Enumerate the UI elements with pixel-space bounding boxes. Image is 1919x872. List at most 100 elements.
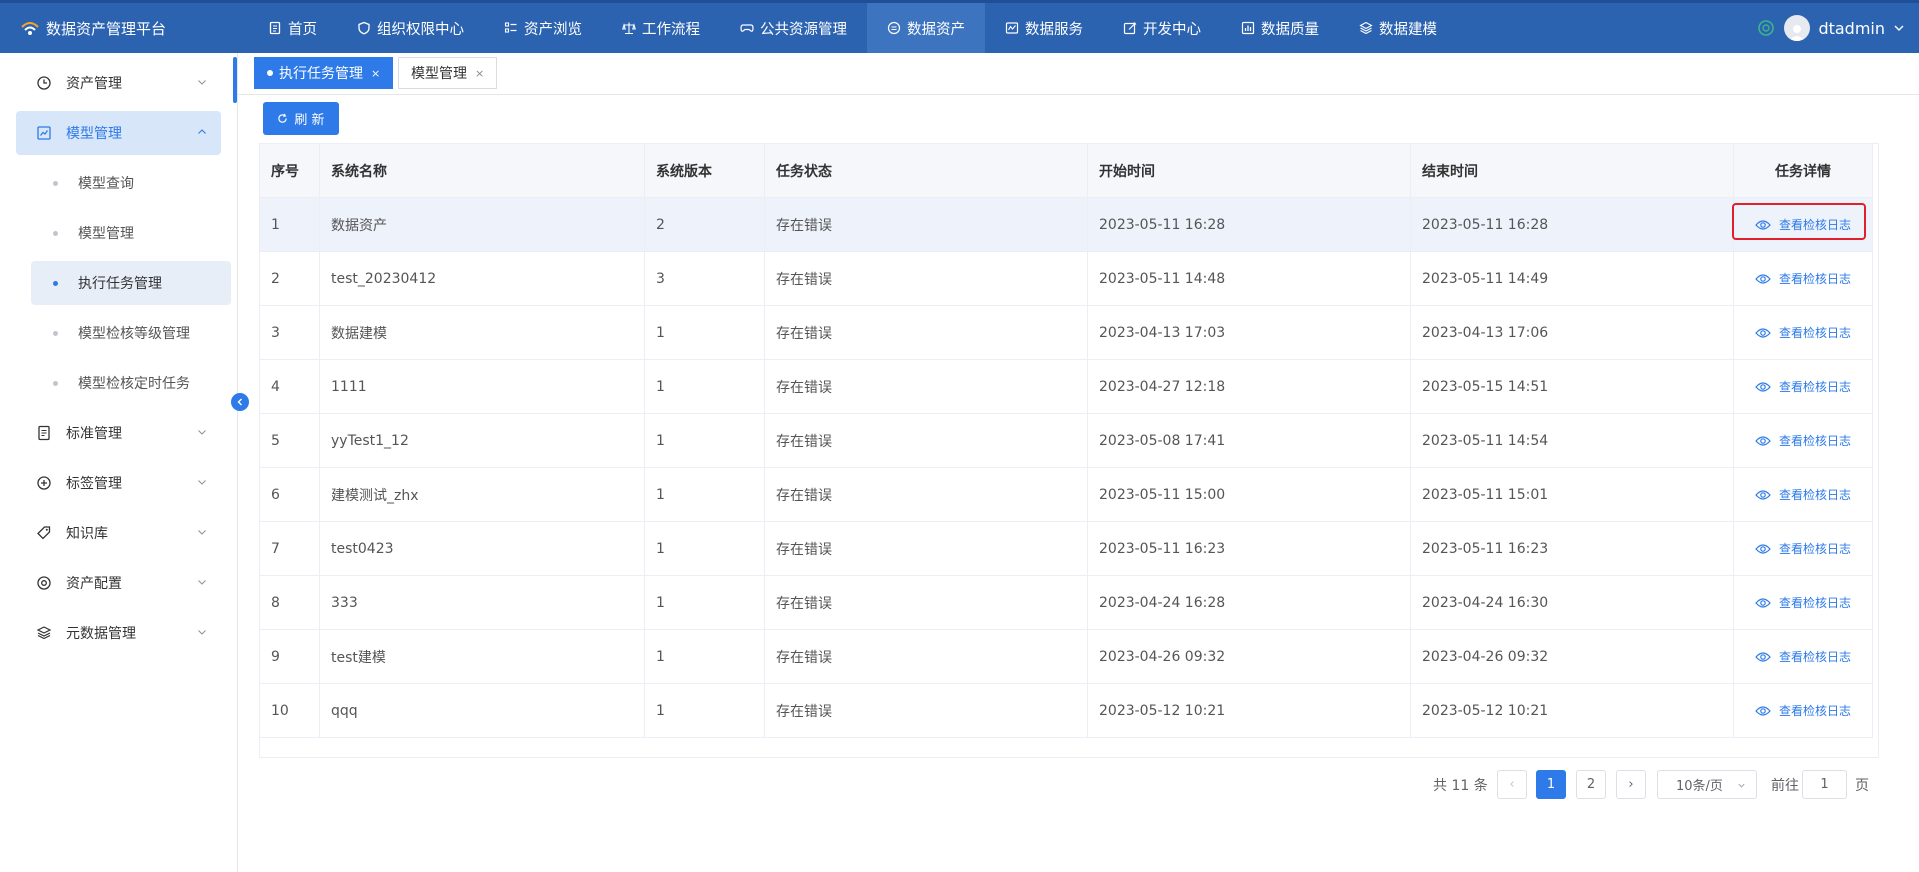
sidebar-subitem-0[interactable]: 模型查询 [31,161,231,205]
eye-icon [1755,489,1771,500]
view-check-log-link[interactable]: 查看检核日志 [1747,264,1859,293]
view-check-log-link[interactable]: 查看检核日志 [1747,318,1859,347]
nav-item-8[interactable]: 数据质量 [1221,3,1339,53]
tab-close-icon[interactable]: × [371,67,380,80]
pagination-page-2[interactable]: 2 [1576,770,1606,799]
table-cell: 数据资产 [320,198,645,251]
pagination-prev-button[interactable]: ‹ [1497,770,1527,799]
avatar[interactable] [1784,15,1811,41]
table-cell: 2023-04-26 09:32 [1411,630,1734,683]
sidebar-menu-label: 知识库 [66,526,108,542]
sidebar-menu-label: 标准管理 [66,426,122,442]
table-cell: 3 [260,306,320,359]
refresh-button[interactable]: 刷 新 [263,102,339,135]
table-row[interactable]: 6 建模测试_zhx 1 存在错误 2023-05-11 15:00 2023-05-11… [260,468,1873,522]
view-check-log-link[interactable]: 查看检核日志 [1747,642,1859,671]
table-cell: 2023-04-27 12:18 [1088,360,1411,413]
nav-item-9[interactable]: 数据建模 [1339,3,1457,53]
task-table: 序号 系统名称 系统版本 任务状态 开始时间 结束时间 任务详情 1 数据资产 2 存在错误 2023… [259,143,1879,758]
nav-item-label: 数据资产 [907,21,965,38]
tab-1[interactable]: 模型管理 × [398,57,498,89]
column-header[interactable]: 任务详情 [1734,144,1873,197]
tab-0[interactable]: 执行任务管理 × [254,57,394,89]
view-check-log-link[interactable]: 查看检核日志 [1747,696,1859,725]
table-cell: 2023-05-11 16:28 [1411,198,1734,251]
table-row[interactable]: 10 qqq 1 存在错误 2023-05-12 10:21 2023-05-12 10:… [260,684,1873,738]
nav-item-7[interactable]: 开发中心 [1103,3,1221,53]
table-cell: 存在错误 [765,576,1088,629]
view-check-log-link[interactable]: 查看检核日志 [1747,534,1859,563]
sidebar-subitem-4[interactable]: 模型检核定时任务 [31,361,231,405]
goto-label: 前往 [1771,778,1799,794]
sidebar-menu-bottom-0[interactable]: 标准管理 [16,411,221,455]
sidebar-subitem-1[interactable]: 模型管理 [31,211,231,255]
nav-item-label: 数据建模 [1379,21,1437,38]
list-icon [504,22,517,33]
nav-item-4[interactable]: 公共资源管理 [720,3,867,53]
view-check-log-link[interactable]: 查看检核日志 [1747,480,1859,509]
table-row[interactable]: 7 test0423 1 存在错误 2023-05-11 16:23 2023-05-11… [260,522,1873,576]
view-check-log-link[interactable]: 查看检核日志 [1747,588,1859,617]
table-row[interactable]: 2 test_20230412 3 存在错误 2023-05-11 14:48 2023-… [260,252,1873,306]
column-header[interactable]: 系统名称 [320,144,645,197]
service-icon [1005,22,1019,34]
app-brand[interactable]: 数据资产管理平台 [20,3,166,53]
sidebar-subitem-2[interactable]: 执行任务管理 [31,261,231,305]
sidebar-menu-bottom-3[interactable]: 资产配置 [16,561,221,605]
table-row[interactable]: 3 数据建模 1 存在错误 2023-04-13 17:03 2023-04-13 17:… [260,306,1873,360]
user-menu[interactable]: dtadmin [1756,3,1905,53]
column-header[interactable]: 序号 [260,144,320,197]
nav-item-5[interactable]: 数据资产 [867,3,985,53]
column-header[interactable]: 结束时间 [1411,144,1734,197]
column-header[interactable]: 系统版本 [645,144,765,197]
view-check-log-link[interactable]: 查看检核日志 [1747,372,1859,401]
view-check-log-link[interactable]: 查看检核日志 [1747,426,1859,455]
pagination-next-button[interactable]: › [1616,770,1646,799]
line-chart-icon [37,126,51,140]
nav-item-2[interactable]: 资产浏览 [484,3,602,53]
nav-item-6[interactable]: 数据服务 [985,3,1103,53]
view-check-log-link[interactable]: 查看检核日志 [1747,210,1859,239]
view-check-log-label: 查看检核日志 [1778,596,1851,610]
nav-item-label: 公共资源管理 [760,21,847,38]
table-cell: 1 [645,360,765,413]
sidebar-subitem-label: 执行任务管理 [78,276,162,292]
sidebar-menu-bottom-2[interactable]: 知识库 [16,511,221,555]
scale-icon [622,22,636,35]
sidebar-collapse-button[interactable] [231,393,249,411]
table-cell: 1111 [320,360,645,413]
chart-icon [1241,21,1255,35]
table-row[interactable]: 9 test建模 1 存在错误 2023-04-26 09:32 2023-04-26 0… [260,630,1873,684]
chevron-down-icon [198,80,206,85]
sidebar-menu-bottom-1[interactable]: 标签管理 [16,461,221,505]
sidebar-menu-top-1[interactable]: 模型管理 [16,111,221,155]
tab-label: 执行任务管理 [279,66,363,82]
table-row[interactable]: 8 333 1 存在错误 2023-04-24 16:28 2023-04-24 16:3… [260,576,1873,630]
page-size-value: 10条/页 [1676,779,1723,794]
table-cell: qqq [320,684,645,737]
sidebar-menu-top-0[interactable]: 资产管理 [16,61,221,105]
nav-item-1[interactable]: 组织权限中心 [337,3,484,53]
sidebar-menu-label: 模型管理 [66,126,122,142]
table-row[interactable]: 5 yyTest1_12 1 存在错误 2023-05-08 17:41 2023-05-… [260,414,1873,468]
tab-close-icon[interactable]: × [475,67,484,80]
table-cell: 2023-05-11 16:23 [1088,522,1411,575]
settings-icon [37,576,51,590]
pagination-page-1[interactable]: 1 [1536,770,1566,799]
table-row[interactable]: 4 1111 1 存在错误 2023-04-27 12:18 2023-05-15 14:… [260,360,1873,414]
sidebar-subitem-3[interactable]: 模型检核等级管理 [31,311,231,355]
wifi-logo-icon [21,22,39,35]
table-row[interactable]: 1 数据资产 2 存在错误 2023-05-11 16:28 2023-05-11 16:… [260,198,1873,252]
column-header[interactable]: 任务状态 [765,144,1088,197]
table-cell: 5 [260,414,320,467]
nav-item-0[interactable]: 首页 [248,3,337,53]
sidebar-subitem-label: 模型检核定时任务 [78,376,190,392]
goto-page-input[interactable] [1802,770,1847,799]
column-header[interactable]: 开始时间 [1088,144,1411,197]
nav-item-3[interactable]: 工作流程 [602,3,720,53]
chevron-down-icon[interactable] [1893,22,1905,34]
table-cell: 1 [645,630,765,683]
sidebar-menu-bottom-4[interactable]: 元数据管理 [16,611,221,655]
page-size-select[interactable]: 10条/页 [1657,770,1757,799]
eye-icon [1755,651,1771,662]
